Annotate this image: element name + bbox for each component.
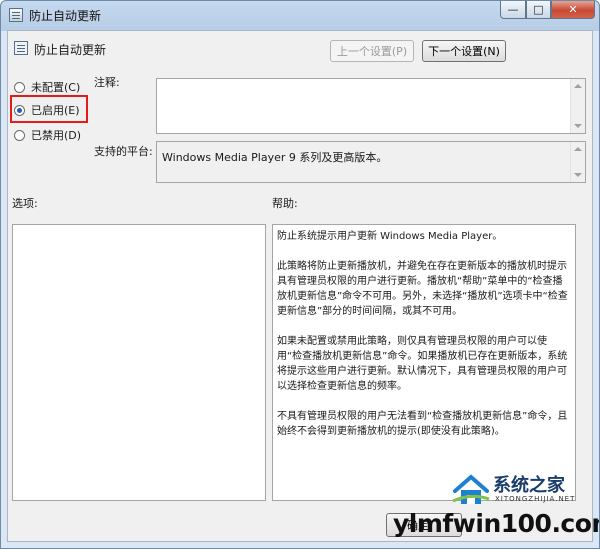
radio-label: 已启用(E) <box>31 104 80 117</box>
close-icon: ✕ <box>568 3 578 16</box>
title-bar[interactable]: 防止自动更新 — □ ✕ <box>1 1 599 29</box>
comment-label: 注释: <box>94 76 120 89</box>
help-section-label: 帮助: <box>272 197 298 210</box>
platform-scrollbar[interactable] <box>570 142 585 182</box>
platform-value: Windows Media Player 9 系列及更高版本。 <box>162 151 388 164</box>
minimize-button[interactable]: — <box>500 1 526 19</box>
radio-not-configured[interactable]: 未配置(C) <box>14 79 80 95</box>
help-paragraph: 如果未配置或禁用此策略，则仅具有管理员权限的用户可以使用“检查播放机更新信息”命… <box>277 336 568 392</box>
policy-settings-icon <box>9 8 23 22</box>
radio-label: 未配置(C) <box>31 81 81 94</box>
radio-enabled[interactable]: 已启用(E) <box>14 102 80 118</box>
radio-disabled[interactable]: 已禁用(D) <box>14 127 81 143</box>
platform-field: Windows Media Player 9 系列及更高版本。 <box>156 141 586 183</box>
radio-label: 已禁用(D) <box>31 129 82 142</box>
platform-label: 支持的平台: <box>94 145 153 158</box>
help-paragraph: 不具有管理员权限的用户无法看到“检查播放机更新信息”命令，且始终不会得到更新播放… <box>277 411 568 437</box>
window-title: 防止自动更新 <box>29 9 102 23</box>
help-panel: 防止系统提示用户更新 Windows Media Player。 此策略将防止更… <box>272 224 576 501</box>
window-controls: — □ ✕ <box>500 1 595 21</box>
comment-scrollbar[interactable] <box>570 79 585 133</box>
dialog-window: 防止自动更新 — □ ✕ 防止自动更新 上一个设置(P) 下一个设置(N) 未配… <box>0 0 600 549</box>
radio-circle[interactable] <box>14 129 25 141</box>
scroll-down-icon[interactable] <box>574 173 582 177</box>
radio-circle-selected[interactable] <box>14 104 25 116</box>
dialog-content: 防止自动更新 上一个设置(P) 下一个设置(N) 未配置(C) 已启用(E) 已… <box>7 30 593 542</box>
previous-setting-button[interactable]: 上一个设置(P) <box>330 40 414 62</box>
close-button[interactable]: ✕ <box>551 1 595 19</box>
maximize-icon: □ <box>533 3 544 16</box>
radio-circle[interactable] <box>14 81 25 93</box>
comment-textarea[interactable] <box>156 78 586 134</box>
policy-name: 防止自动更新 <box>34 43 107 57</box>
scroll-down-icon[interactable] <box>574 124 582 128</box>
options-section-label: 选项: <box>12 197 38 210</box>
scroll-up-icon[interactable] <box>574 84 582 88</box>
help-paragraph: 防止系统提示用户更新 Windows Media Player。 <box>277 231 503 242</box>
ok-button[interactable]: 确定 <box>386 513 462 537</box>
minimize-icon: — <box>507 3 519 16</box>
maximize-button[interactable]: □ <box>526 1 551 19</box>
next-setting-button[interactable]: 下一个设置(N) <box>422 40 506 62</box>
help-text: 防止系统提示用户更新 Windows Media Player。 此策略将防止更… <box>277 229 569 454</box>
help-paragraph: 此策略将防止更新播放机，并避免在存在更新版本的播放机时提示具有管理员权限的用户进… <box>277 261 568 317</box>
options-panel <box>12 224 266 501</box>
policy-icon <box>14 41 28 55</box>
scroll-up-icon[interactable] <box>574 147 582 151</box>
